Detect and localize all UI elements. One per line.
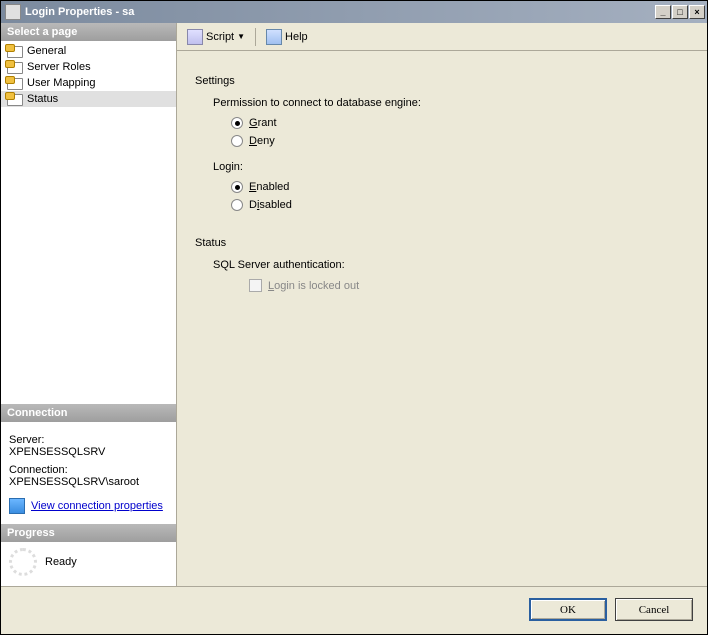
login-label: Login: <box>213 161 689 173</box>
toolbar-separator <box>255 28 256 46</box>
ok-button[interactable]: OK <box>529 598 607 621</box>
sidebar-item-general[interactable]: General <box>1 43 176 59</box>
page-icon <box>7 92 23 106</box>
radio-grant[interactable]: Grant <box>231 117 689 129</box>
close-button[interactable]: × <box>689 5 705 19</box>
sidebar-item-server-roles[interactable]: Server Roles <box>1 59 176 75</box>
right-panel: Script ▼ Help Settings Permission to con… <box>177 23 707 586</box>
checkbox-icon <box>249 279 262 292</box>
radio-icon <box>231 117 243 129</box>
radio-icon <box>231 135 243 147</box>
sidebar-item-label: Status <box>27 93 58 105</box>
radio-deny[interactable]: Deny <box>231 135 689 147</box>
help-icon <box>266 29 282 45</box>
progress-spinner-icon <box>9 548 37 576</box>
view-connection-link[interactable]: View connection properties <box>31 500 163 512</box>
locked-out-checkbox: Login is locked out <box>249 279 689 292</box>
main-content: Settings Permission to connect to databa… <box>177 51 707 586</box>
page-icon <box>7 60 23 74</box>
status-heading: Status <box>195 237 689 249</box>
sidebar-item-label: Server Roles <box>27 61 91 73</box>
connection-header: Connection <box>1 404 176 422</box>
sidebar-item-label: User Mapping <box>27 77 95 89</box>
radio-enabled[interactable]: Enabled <box>231 181 689 193</box>
maximize-button[interactable]: □ <box>672 5 688 19</box>
window-controls: _ □ × <box>655 5 705 19</box>
script-icon <box>187 29 203 45</box>
connection-value: XPENSESSQLSRV\saroot <box>9 476 168 488</box>
page-icon <box>7 76 23 90</box>
sidebar-item-label: General <box>27 45 66 57</box>
minimize-button[interactable]: _ <box>655 5 671 19</box>
server-label: Server: <box>9 434 168 446</box>
connection-label: Connection: <box>9 464 168 476</box>
permission-label: Permission to connect to database engine… <box>213 97 689 109</box>
chevron-down-icon: ▼ <box>237 32 245 41</box>
app-icon <box>5 4 21 20</box>
view-connection-row: View connection properties <box>9 498 168 514</box>
window-title: Login Properties - sa <box>25 6 655 18</box>
connection-section: Server: XPENSESSQLSRV Connection: XPENSE… <box>1 422 176 524</box>
properties-icon <box>9 498 25 514</box>
sidebar-item-status[interactable]: Status <box>1 91 176 107</box>
locked-out-label: Login is locked out <box>268 280 359 292</box>
button-bar: OK Cancel <box>1 586 707 632</box>
page-icon <box>7 44 23 58</box>
settings-heading: Settings <box>195 75 689 87</box>
progress-header: Progress <box>1 524 176 542</box>
toolbar: Script ▼ Help <box>177 23 707 51</box>
titlebar[interactable]: Login Properties - sa _ □ × <box>1 1 707 23</box>
help-button[interactable]: Help <box>262 27 312 47</box>
server-value: XPENSESSQLSRV <box>9 446 168 458</box>
select-page-header: Select a page <box>1 23 176 41</box>
page-list: General Server Roles User Mapping Status <box>1 41 176 109</box>
radio-icon <box>231 199 243 211</box>
script-label: Script <box>206 31 234 43</box>
sidebar-item-user-mapping[interactable]: User Mapping <box>1 75 176 91</box>
radio-icon <box>231 181 243 193</box>
radio-label: Disabled <box>249 199 292 211</box>
radio-label: Enabled <box>249 181 289 193</box>
radio-disabled[interactable]: Disabled <box>231 199 689 211</box>
help-label: Help <box>285 31 308 43</box>
cancel-button[interactable]: Cancel <box>615 598 693 621</box>
sql-auth-label: SQL Server authentication: <box>213 259 689 271</box>
left-panel: Select a page General Server Roles User … <box>1 23 177 586</box>
radio-label: Deny <box>249 135 275 147</box>
radio-label: Grant <box>249 117 277 129</box>
progress-status: Ready <box>45 556 77 568</box>
script-button[interactable]: Script ▼ <box>183 27 249 47</box>
progress-section: Ready <box>1 542 176 586</box>
